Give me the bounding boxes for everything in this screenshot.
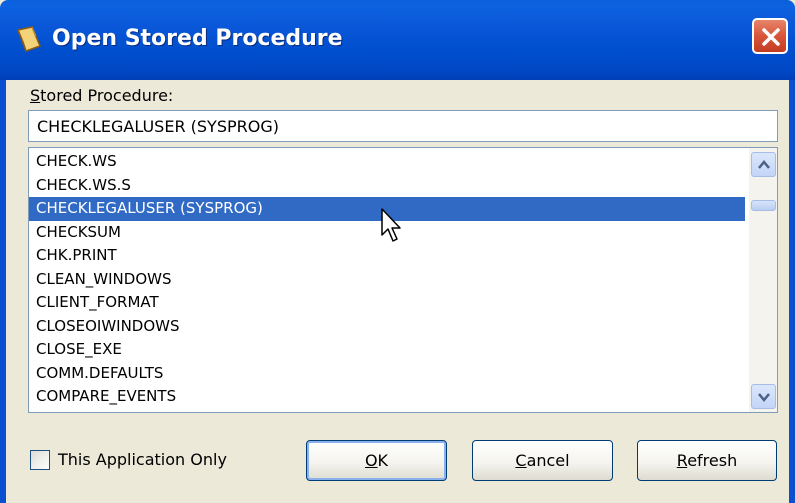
refresh-button-text: efresh xyxy=(687,451,738,470)
stored-procedure-input[interactable] xyxy=(28,110,778,142)
list-item[interactable]: CHECKLEGALUSER (SYSPROG) xyxy=(29,197,745,221)
cancel-button-text: ancel xyxy=(526,451,570,470)
list-item[interactable]: CLIENT_FORMAT xyxy=(29,291,745,315)
list-item[interactable]: CHECK.WS.S xyxy=(29,174,745,198)
list-item[interactable]: CLEAN_WINDOWS xyxy=(29,268,745,292)
procedure-list: CHECK.WS CHECK.WS.S CHECKLEGALUSER (SYSPRO… xyxy=(29,150,745,409)
ok-button-mnemonic: O xyxy=(364,451,378,470)
checkbox-box[interactable] xyxy=(30,450,50,470)
cancel-button-mnemonic: C xyxy=(515,451,527,470)
window-title: Open Stored Procedure xyxy=(52,26,343,51)
cancel-button[interactable]: Cancel xyxy=(472,440,613,481)
list-item[interactable]: COMM.DEFAULTS xyxy=(29,362,745,386)
ok-button-text: K xyxy=(377,451,389,470)
window-frame-right xyxy=(789,80,795,503)
stored-procedure-label: Stored Procedure: xyxy=(30,86,173,105)
ok-button[interactable]: OK xyxy=(306,440,447,481)
checkbox-label: This Application Only xyxy=(58,450,227,469)
procedure-listbox[interactable]: CHECK.WS CHECK.WS.S CHECKLEGALUSER (SYSPRO… xyxy=(28,147,778,413)
stored-procedure-label-mnemonic: S xyxy=(30,86,41,105)
list-item[interactable]: CLOSEOIWINDOWS xyxy=(29,315,745,339)
scroll-down-button[interactable] xyxy=(751,384,776,409)
scroll-icon xyxy=(16,26,41,52)
title-bar[interactable]: Open Stored Procedure xyxy=(0,0,795,80)
refresh-button[interactable]: Refresh xyxy=(637,440,777,481)
list-item[interactable]: CLOSE_EXE xyxy=(29,338,745,362)
close-button[interactable] xyxy=(752,18,788,54)
close-icon xyxy=(762,28,780,46)
list-item[interactable]: CHECKSUM xyxy=(29,221,745,245)
scroll-up-button[interactable] xyxy=(751,152,776,177)
dialog-window: Open Stored Procedure Stored Procedure: … xyxy=(0,0,795,503)
stored-procedure-label-text: tored Procedure: xyxy=(40,86,174,105)
chevron-up-icon xyxy=(758,160,770,169)
refresh-button-mnemonic: R xyxy=(676,451,688,470)
list-item[interactable]: COMPARE_EVENTS xyxy=(29,385,745,409)
scrollbar-thumb[interactable] xyxy=(751,200,776,211)
list-item[interactable]: CHK.PRINT xyxy=(29,244,745,268)
list-item[interactable]: CHECK.WS xyxy=(29,150,745,174)
window-frame-left xyxy=(0,80,6,503)
vertical-scrollbar[interactable] xyxy=(749,148,777,412)
chevron-down-icon xyxy=(758,393,770,402)
